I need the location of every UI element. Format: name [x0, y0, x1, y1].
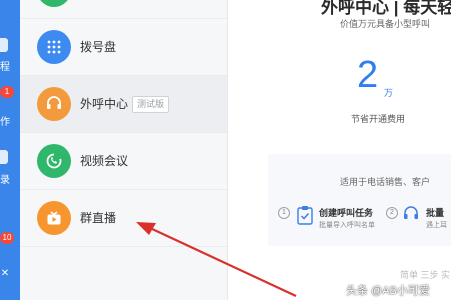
red-annotation-arrow — [136, 222, 297, 297]
watermark-text: 头条 @AB小可爱 — [346, 285, 430, 297]
